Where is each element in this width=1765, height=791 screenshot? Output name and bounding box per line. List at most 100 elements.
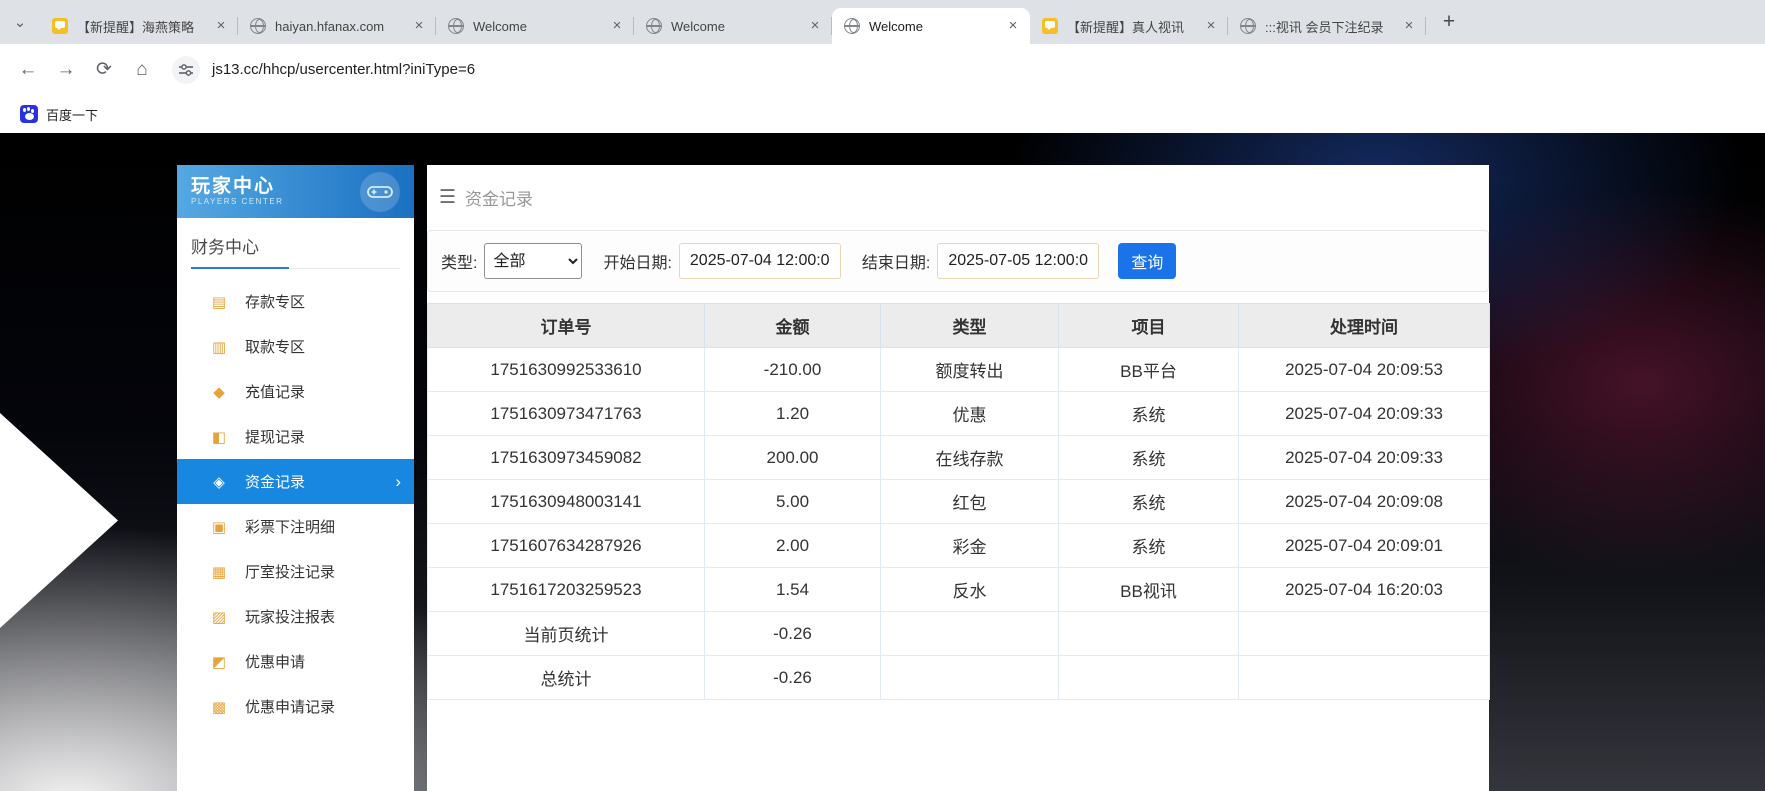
table-cell: 优惠	[881, 392, 1059, 436]
tab-close-icon[interactable]: ×	[608, 17, 626, 35]
table-cell	[881, 656, 1059, 700]
sidebar-menu: ▤存款专区▥取款专区◆充值记录 ◧ 提现记录 ◈资金记录› ▣ 彩票下注明细 ▦ 厅室投注记录…	[177, 269, 414, 729]
reload-button[interactable]: ⟳	[86, 52, 122, 88]
column-header: 项目	[1059, 304, 1239, 348]
table-cell	[1059, 656, 1239, 700]
table-cell: 系统	[1059, 392, 1239, 436]
table-cell: 1.54	[705, 568, 881, 612]
main-panel: ☰ 资金记录 类型: 全部 开始日期: 结束日期: 查询 订单号金额类型项目	[427, 165, 1489, 791]
table-cell: 反水	[881, 568, 1059, 612]
query-button[interactable]: 查询	[1118, 243, 1176, 279]
table-cell: 2.00	[705, 524, 881, 568]
table-cell: -0.26	[705, 612, 881, 656]
bookmark-baidu[interactable]: 百度一下	[12, 101, 106, 128]
sidebar-item-fund-records[interactable]: ◈资金记录›	[177, 459, 414, 504]
player-bet-report-icon: ▨	[209, 608, 229, 626]
sidebar-item-withdraw-records[interactable]: ◧ 提现记录	[177, 414, 414, 459]
sidebar-item-label: 玩家投注报表	[245, 606, 335, 627]
globe-favicon-icon	[844, 18, 860, 34]
player-center-sidebar: 玩家中心 PLAYERS CENTER 财务中心 ▤存款专区▥取款专区◆充值记录…	[177, 165, 414, 791]
hall-bet-records-icon: ▦	[209, 563, 229, 581]
gamepad-icon	[360, 172, 400, 212]
recharge-records-icon: ◆	[209, 383, 229, 401]
table-cell: 5.00	[705, 480, 881, 524]
hamburger-menu-icon[interactable]: ☰	[439, 186, 456, 209]
browser-tab[interactable]: :::视讯 会员下注纪录×	[1228, 8, 1426, 44]
browser-tab[interactable]: haiyan.hfanax.com ×	[238, 8, 436, 44]
table-row: 17516172032595231.54反水BB视讯2025-07-04 16:…	[428, 568, 1490, 612]
forward-button[interactable]: →	[48, 52, 84, 88]
tab-label: haiyan.hfanax.com	[275, 19, 401, 34]
browser-tab-active[interactable]: Welcome ×	[832, 8, 1030, 44]
tab-label: Welcome	[869, 19, 995, 34]
globe-favicon-icon	[448, 18, 464, 34]
sidebar-item-label: 厅室投注记录	[245, 561, 335, 582]
table-cell: 1751630992533610	[428, 348, 705, 392]
sidebar-item-promo-apply-records[interactable]: ▩优惠申请记录	[177, 684, 414, 729]
table-cell: 2025-07-04 20:09:53	[1239, 348, 1490, 392]
table-cell: 200.00	[705, 436, 881, 480]
sidebar-item-hall-bet-records[interactable]: ▦ 厅室投注记录	[177, 549, 414, 594]
sidebar-item-deposit-zone[interactable]: ▤存款专区	[177, 279, 414, 324]
start-date-label: 开始日期:	[603, 249, 671, 273]
url-text[interactable]: js13.cc/hhcp/usercenter.html?iniType=6	[212, 61, 475, 78]
column-header: 类型	[881, 304, 1059, 348]
tab-close-icon[interactable]: ×	[212, 17, 230, 35]
table-row: 17516309734717631.20优惠系统2025-07-04 20:09…	[428, 392, 1490, 436]
table-cell	[1239, 612, 1490, 656]
tab-strip-tabs: 【新提醒】海燕策略×haiyan.hfanax.com×Welcome×Welc…	[40, 8, 1426, 44]
tab-strip: ⌄ 【新提醒】海燕策略×haiyan.hfanax.com×Welcome×We…	[0, 0, 1765, 44]
browser-tab[interactable]: 【新提醒】真人视讯×	[1030, 8, 1228, 44]
sidebar-item-lottery-bet-details[interactable]: ▣ 彩票下注明细	[177, 504, 414, 549]
site-settings-icon[interactable]	[172, 56, 200, 84]
sidebar-item-label: 彩票下注明细	[245, 516, 335, 537]
back-button[interactable]: ←	[10, 52, 46, 88]
sidebar-item-label: 提现记录	[245, 426, 305, 447]
tab-close-icon[interactable]: ×	[1400, 17, 1418, 35]
new-tab-button[interactable]: +	[1434, 7, 1464, 37]
column-header: 处理时间	[1239, 304, 1490, 348]
end-date-input[interactable]	[937, 243, 1099, 279]
table-cell: 红包	[881, 480, 1059, 524]
address-bar[interactable]: js13.cc/hhcp/usercenter.html?iniType=6	[162, 52, 1755, 88]
sidebar-item-label: 优惠申请记录	[245, 696, 335, 717]
sidebar-item-promo-apply[interactable]: ◩优惠申请	[177, 639, 414, 684]
sidebar-header: 玩家中心 PLAYERS CENTER	[177, 165, 414, 218]
table-row: 总统计-0.26	[428, 656, 1490, 700]
type-select[interactable]: 全部	[484, 243, 582, 279]
table-row: 1751630992533610-210.00额度转出BB平台2025-07-0…	[428, 348, 1490, 392]
sidebar-item-label: 优惠申请	[245, 651, 305, 672]
table-cell: BB视讯	[1059, 568, 1239, 612]
type-filter-label: 类型:	[441, 249, 477, 273]
tab-label: 【新提醒】海燕策略	[77, 17, 203, 36]
browser-tab[interactable]: Welcome ×	[436, 8, 634, 44]
tab-label: Welcome	[473, 19, 599, 34]
tab-label: Welcome	[671, 19, 797, 34]
sidebar-title-block: 玩家中心 PLAYERS CENTER	[191, 177, 283, 207]
sidebar-item-player-bet-report[interactable]: ▨ 玩家投注报表	[177, 594, 414, 639]
tab-close-icon[interactable]: ×	[1202, 17, 1220, 35]
tab-search-chevron-icon[interactable]: ⌄	[6, 8, 34, 36]
table-row: 17516076342879262.00彩金系统2025-07-04 20:09…	[428, 524, 1490, 568]
globe-favicon-icon	[1240, 18, 1256, 34]
browser-tab[interactable]: 【新提醒】海燕策略 ×	[40, 8, 238, 44]
tab-close-icon[interactable]: ×	[806, 17, 824, 35]
sidebar-section: 财务中心	[191, 218, 400, 269]
home-button[interactable]: ⌂	[124, 52, 160, 88]
sidebar-item-withdraw-zone[interactable]: ▥取款专区	[177, 324, 414, 369]
fund-records-table: 订单号金额类型项目处理时间 1751630992533610-210.00额度转…	[427, 303, 1490, 700]
table-cell: 2025-07-04 20:09:01	[1239, 524, 1490, 568]
table-cell: 总统计	[428, 656, 705, 700]
bookmarks-bar: 百度一下	[0, 95, 1765, 133]
start-date-input[interactable]	[679, 243, 841, 279]
tab-close-icon[interactable]: ×	[410, 17, 428, 35]
sidebar-item-recharge-records[interactable]: ◆充值记录	[177, 369, 414, 414]
lottery-bet-details-icon: ▣	[209, 518, 229, 536]
end-date-label: 结束日期:	[862, 249, 930, 273]
table-cell: -0.26	[705, 656, 881, 700]
browser-tab[interactable]: Welcome ×	[634, 8, 832, 44]
deposit-zone-icon: ▤	[209, 293, 229, 311]
tab-close-icon[interactable]: ×	[1004, 17, 1022, 35]
table-cell: 系统	[1059, 480, 1239, 524]
withdraw-records-icon: ◧	[209, 428, 229, 446]
